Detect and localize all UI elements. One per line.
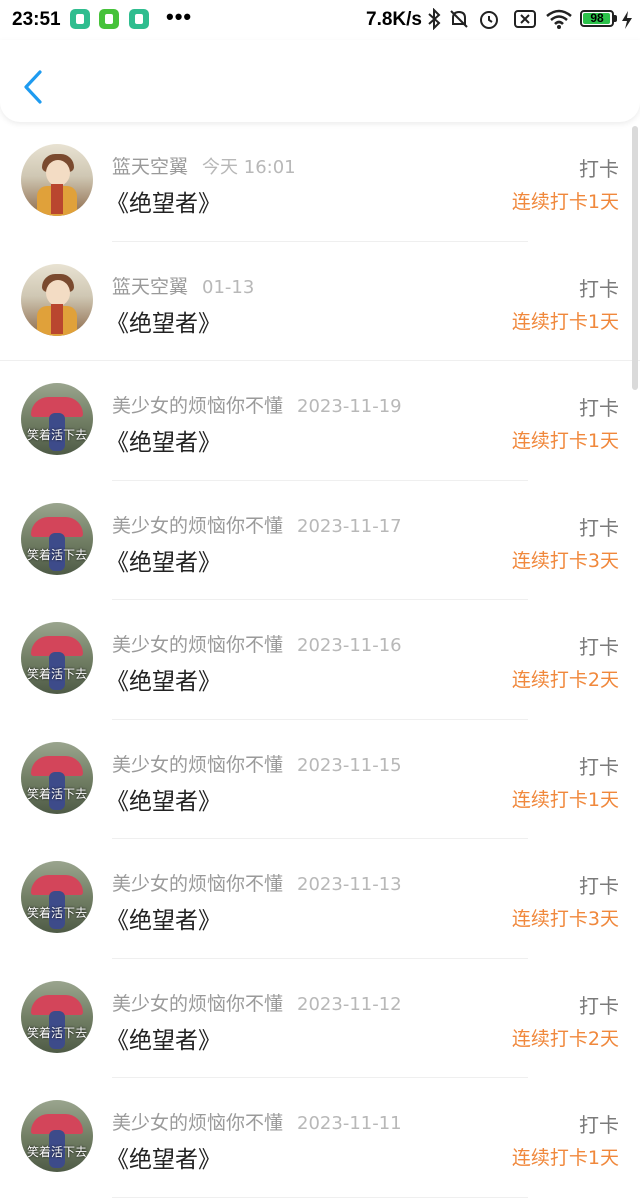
name-line: 美少女的烦恼你不懂 2023-11-17 — [112, 511, 402, 538]
app-notification-icon — [70, 9, 90, 29]
post-date: 2023-11-17 — [297, 515, 402, 537]
avatar[interactable] — [21, 263, 93, 336]
user-name[interactable]: 美少女的烦恼你不懂 — [112, 873, 283, 895]
user-name[interactable]: 美少女的烦恼你不懂 — [112, 993, 283, 1015]
more-notifications-icon: ••• — [166, 4, 193, 29]
post-date: 2023-11-15 — [297, 754, 402, 776]
divider — [112, 1196, 528, 1198]
name-line: 美少女的烦恼你不懂 2023-11-15 — [112, 750, 402, 777]
avatar-caption: 笑着活下去 — [26, 786, 87, 801]
battery-percent: 98 — [590, 11, 604, 25]
book-title[interactable]: 《绝望者》 — [106, 184, 221, 218]
checkin-label: 打卡 — [579, 157, 619, 181]
app-header — [0, 40, 640, 122]
list-item[interactable]: 笑着活下去 美少女的烦恼你不懂 2023-11-16 《绝望者》 打卡连续打卡2天 — [0, 600, 640, 720]
streak-label: 连续打卡1天 — [511, 1147, 619, 1169]
name-line: 美少女的烦恼你不懂 2023-11-16 — [112, 630, 402, 657]
checkin-label: 打卡 — [579, 874, 619, 898]
checkin-list: 篮天空翼 今天 16:01 《绝望者》 打卡 连续打卡1天 篮天空翼 01-13 《绝望者》打… — [0, 122, 640, 1198]
checkin-label: 打卡 — [579, 1113, 619, 1137]
book-title[interactable]: 《绝望者》 — [106, 1140, 221, 1174]
avatar-caption: 笑着活下去 — [26, 1145, 87, 1159]
avatar-caption: 笑着活下去 — [26, 1025, 87, 1040]
streak-label: 连续打卡1天 — [511, 788, 619, 811]
scrollbar[interactable] — [632, 126, 638, 390]
name-line: 篮天空翼 今天 16:01 — [112, 152, 296, 179]
streak-label: 连续打卡3天 — [511, 549, 619, 572]
battery-icon: 98 — [580, 10, 614, 27]
name-line: 篮天空翼 01-13 — [112, 272, 254, 299]
checkin-label: 打卡 — [579, 754, 619, 779]
post-date: 01-13 — [202, 276, 255, 298]
list-item[interactable]: 笑着活下去 美少女的烦恼你不懂 2023-11-17 《绝望者》 打卡连续打卡3天 — [0, 481, 640, 600]
user-name[interactable]: 篮天空翼 — [112, 276, 188, 298]
chevron-left-icon[interactable] — [18, 66, 52, 108]
charging-icon — [622, 11, 632, 29]
avatar-caption: 笑着活下去 — [26, 547, 87, 562]
name-line: 美少女的烦恼你不懂 2023-11-12 — [112, 989, 402, 1016]
streak-label: 连续打卡3天 — [511, 908, 619, 930]
list-item[interactable]: 笑着活下去 美少女的烦恼你不懂 2023-11-15 《绝望者》 打卡连续打卡1天 — [0, 720, 640, 839]
avatar-caption: 笑着活下去 — [26, 906, 87, 920]
book-title[interactable]: 《绝望者》 — [106, 662, 221, 696]
post-date: 2023-11-19 — [297, 396, 402, 417]
list-item[interactable]: 笑着活下去 美少女的烦恼你不懂 2023-11-12 《绝望者》 打卡连续打卡2天 — [0, 959, 640, 1078]
checkin-label: 打卡 — [579, 276, 619, 301]
checkin-label: 打卡 — [579, 993, 619, 1018]
status-time: 23:51 — [12, 9, 61, 30]
streak-label: 连续打卡1天 — [511, 310, 619, 333]
avatar[interactable]: 笑着活下去 — [21, 622, 93, 694]
avatar[interactable]: 笑着活下去 — [21, 1100, 93, 1172]
network-speed: 7.8K/s — [366, 9, 422, 30]
list-item[interactable]: 篮天空翼 今天 16:01 《绝望者》 打卡连续打卡1天 — [0, 122, 640, 242]
alarm-icon — [480, 11, 498, 29]
status-bar: 23:51 ••• 7.8K/s 98 — [0, 0, 640, 40]
avatar[interactable] — [21, 144, 93, 216]
mute-icon — [450, 10, 468, 28]
wifi-icon — [546, 9, 572, 29]
book-title[interactable]: 《绝望者》 — [106, 782, 221, 816]
name-line: 美少女的烦恼你不懂 2023-11-11 — [112, 1108, 402, 1135]
post-date: 2023-11-13 — [297, 874, 402, 895]
user-name[interactable]: 美少女的烦恼你不懂 — [112, 1112, 283, 1134]
list-item[interactable]: 笑着活下去 美少女的烦恼你不懂 2023-11-19 《绝望者》 打卡连续打卡1天 — [0, 361, 640, 481]
book-title[interactable]: 《绝望者》 — [106, 1021, 221, 1055]
sim-off-icon — [514, 10, 536, 28]
post-date: 2023-11-11 — [297, 1113, 402, 1134]
streak-label: 连续打卡2天 — [511, 1027, 619, 1050]
name-line: 美少女的烦恼你不懂 2023-11-13 — [112, 869, 402, 896]
book-title[interactable]: 《绝望者》 — [106, 304, 221, 338]
user-name[interactable]: 美少女的烦恼你不懂 — [112, 395, 283, 417]
list-item[interactable]: 笑着活下去 美少女的烦恼你不懂 2023-11-13 《绝望者》 打卡连续打卡3天 — [0, 839, 640, 959]
user-name[interactable]: 篮天空翼 — [112, 156, 188, 178]
avatar[interactable]: 笑着活下去 — [21, 980, 93, 1053]
avatar[interactable]: 笑着活下去 — [21, 741, 93, 814]
user-name[interactable]: 美少女的烦恼你不懂 — [112, 515, 283, 537]
checkin-label: 打卡 — [579, 396, 619, 420]
streak-label: 连续打卡1天 — [511, 430, 619, 452]
streak-label: 连续打卡1天 — [511, 191, 619, 213]
avatar-caption: 笑着活下去 — [26, 667, 87, 681]
avatar[interactable]: 笑着活下去 — [21, 861, 93, 933]
battery-tip — [614, 15, 617, 22]
post-date: 2023-11-12 — [297, 993, 402, 1015]
streak-label: 连续打卡2天 — [511, 669, 619, 691]
user-name[interactable]: 美少女的烦恼你不懂 — [112, 754, 283, 776]
checkin-label: 打卡 — [579, 515, 619, 540]
checkin-label: 打卡 — [579, 635, 619, 659]
book-title[interactable]: 《绝望者》 — [106, 423, 221, 457]
list-item[interactable]: 篮天空翼 01-13 《绝望者》 打卡连续打卡1天 — [0, 242, 640, 361]
bluetooth-icon — [428, 8, 441, 30]
book-title[interactable]: 《绝望者》 — [106, 543, 221, 577]
avatar[interactable]: 笑着活下去 — [21, 502, 93, 575]
user-name[interactable]: 美少女的烦恼你不懂 — [112, 634, 283, 656]
avatar-caption: 笑着活下去 — [26, 428, 87, 442]
name-line: 美少女的烦恼你不懂 2023-11-19 — [112, 391, 402, 418]
book-title[interactable]: 《绝望者》 — [106, 901, 221, 935]
app-notification-icon — [99, 9, 119, 29]
post-date: 今天 16:01 — [202, 157, 296, 178]
post-date: 2023-11-16 — [297, 635, 402, 656]
avatar[interactable]: 笑着活下去 — [21, 383, 93, 455]
app-notification-icon — [129, 9, 149, 29]
